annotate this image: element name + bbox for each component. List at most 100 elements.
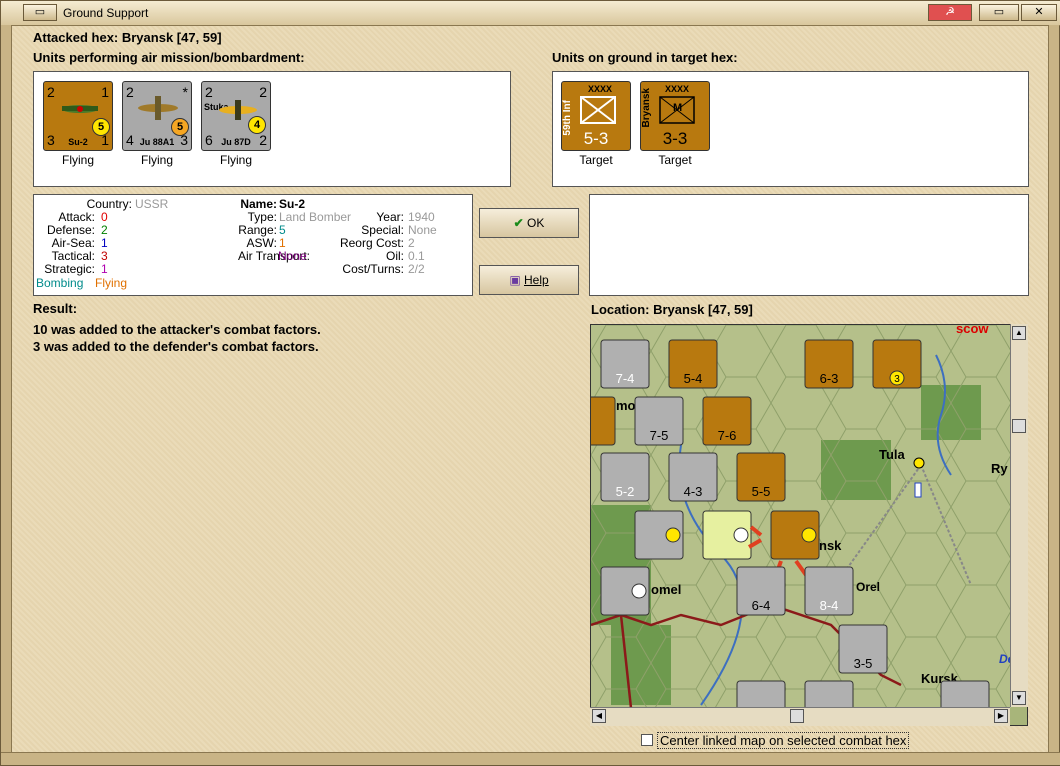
ground-unit-59th-inf[interactable]: 59th Inf XXXX 5-3 [561, 81, 631, 151]
svg-text:5-5: 5-5 [752, 484, 771, 499]
map-counter [736, 680, 786, 708]
svg-text:3: 3 [894, 374, 900, 385]
scroll-thumb[interactable] [1012, 419, 1026, 433]
map-city-label: mo [616, 398, 636, 413]
asw-value: 1 [279, 236, 286, 250]
map-city-label: Orel [856, 580, 880, 594]
help-button[interactable]: ▣ Help [479, 265, 579, 295]
ok-button[interactable]: ✔ OK [479, 208, 579, 238]
scroll-left-arrow-icon[interactable]: ◀ [592, 709, 606, 723]
map-counter: 8-4 [804, 566, 854, 616]
system-menu-button[interactable]: ▭ [23, 4, 57, 21]
ground-unit-name: Bryansk [641, 88, 652, 128]
result-label: Result: [33, 301, 78, 316]
center-map-checkbox-label[interactable]: Center linked map on selected combat hex [657, 732, 910, 749]
reorg-cost-label: Reorg Cost: [339, 236, 404, 250]
cost-turns-value: 2/2 [408, 262, 425, 276]
map-city-label: Ry [991, 461, 1008, 476]
air-unit-ju87[interactable]: 2 2 6 2 Stuka 4 Ju 87D [201, 81, 271, 151]
year-value: 1940 [408, 210, 435, 224]
air-unit-status: Flying [140, 153, 173, 167]
ground-unit-size: XXXX [588, 84, 613, 94]
map-vertical-scrollbar[interactable]: ▲ ▼ [1010, 324, 1028, 707]
frame-bottom [1, 752, 1060, 765]
frame-left [1, 25, 12, 755]
defense-label: Defense: [46, 223, 95, 237]
frame-right [1048, 25, 1059, 755]
air-transport-value: None [278, 249, 307, 263]
svg-text:7-6: 7-6 [718, 428, 737, 443]
reorg-cost-value: 2 [408, 236, 415, 250]
attack-value: 0 [101, 210, 108, 224]
mission-value: Bombing [36, 276, 84, 290]
strategic-value: 1 [101, 262, 108, 276]
ground-units-panel: 59th Inf XXXX 5-3 Target Bryansk XXXX M … [552, 71, 1029, 187]
scroll-thumb[interactable] [790, 709, 804, 723]
air-unit-name: Ju 87D [221, 137, 251, 147]
minimize-button[interactable]: ▭ [979, 4, 1019, 21]
result-line-2: 3 was added to the defender's combat fac… [33, 339, 319, 354]
svg-text:7-5: 7-5 [650, 428, 669, 443]
ground-unit-bryansk[interactable]: Bryansk XXXX M 3-3 [640, 81, 710, 151]
cost-turns-label: Cost/Turns: [342, 262, 404, 276]
map-counter: 6-4 [736, 566, 786, 616]
attacked-hex-label: Attacked hex: Bryansk [47, 59] [33, 30, 222, 45]
ground-units-label: Units on ground in target hex: [552, 50, 738, 65]
ground-support-window: ▭ Ground Support ☭ ▭ ✕ Attacked hex: Bry… [0, 0, 1060, 766]
svg-text:5-2: 5-2 [616, 484, 635, 499]
year-label: Year: [376, 210, 404, 224]
defense-value: 2 [101, 223, 108, 237]
tactical-label: Tactical: [51, 249, 95, 263]
map-counter: 5-4 [668, 339, 718, 389]
ground-unit-size: XXXX [665, 84, 690, 94]
type-value: Land Bomber [279, 210, 352, 224]
air-unit-ju88[interactable]: 2 * 4 3 5 Ju 88A1 [122, 81, 192, 151]
window-title: Ground Support [63, 6, 149, 20]
air-unit-air-value: 2 [126, 84, 134, 100]
air-unit-su2[interactable]: 2 1 3 1 5 Su-2 [43, 81, 113, 151]
scroll-down-arrow-icon[interactable]: ▼ [1012, 691, 1026, 705]
map-counter [591, 396, 616, 446]
map-horizontal-scrollbar[interactable]: ◀ ▶ [590, 707, 1010, 726]
map-counter: 4-3 [668, 452, 718, 502]
map-counter: 3-5 [838, 624, 888, 674]
name-label: Name: [240, 197, 277, 211]
center-map-checkbox[interactable] [641, 734, 653, 746]
air-unit-status: Flying [61, 153, 94, 167]
oil-value: 0.1 [408, 249, 425, 263]
air-unit-status: Flying [219, 153, 252, 167]
air-units-label: Units performing air mission/bombardment… [33, 50, 305, 65]
port-marker [914, 482, 922, 498]
ok-button-label: OK [527, 216, 545, 230]
strategic-label: Strategic: [44, 262, 95, 276]
special-value: None [408, 223, 437, 237]
airsea-value: 1 [101, 236, 108, 250]
svg-text:4-3: 4-3 [684, 484, 703, 499]
close-button[interactable]: ✕ [1021, 4, 1057, 21]
linked-map[interactable]: Tula Orel nsk omel Kursk Ry scow De mo 7… [590, 324, 1028, 726]
map-counter: 3 [872, 339, 922, 389]
scroll-right-arrow-icon[interactable]: ▶ [994, 709, 1008, 723]
air-unit-range-value: * [182, 84, 188, 100]
special-label: Special: [361, 223, 404, 237]
map-city-label: scow [956, 325, 989, 336]
unit-details-panel: Country: USSR Attack: 0 Defense: 2 Air-S… [33, 194, 473, 296]
range-label: Range: [238, 223, 277, 237]
ground-unit-strength: 5-3 [583, 129, 609, 148]
result-line-1: 10 was added to the attacker's combat fa… [33, 322, 321, 337]
title-bar: ▭ Ground Support ☭ ▭ ✕ [1, 1, 1060, 26]
hex-map: Tula Orel nsk omel Kursk Ry scow De mo 7… [591, 325, 1011, 708]
map-counter: 6-3 [804, 339, 854, 389]
ground-unit-status: Target [579, 153, 613, 167]
scroll-up-arrow-icon[interactable]: ▲ [1012, 326, 1026, 340]
flying-status-value: Flying [95, 276, 128, 290]
svg-text:6-3: 6-3 [820, 371, 839, 386]
map-counter [600, 566, 650, 616]
svg-text:6-4: 6-4 [752, 598, 771, 613]
map-counter [940, 680, 990, 708]
air-unit-range-value: 2 [259, 84, 267, 100]
country-value: USSR [135, 197, 169, 211]
map-counter [804, 680, 854, 708]
svg-text:7-4: 7-4 [616, 371, 635, 386]
location-label: Location: Bryansk [47, 59] [591, 302, 753, 317]
